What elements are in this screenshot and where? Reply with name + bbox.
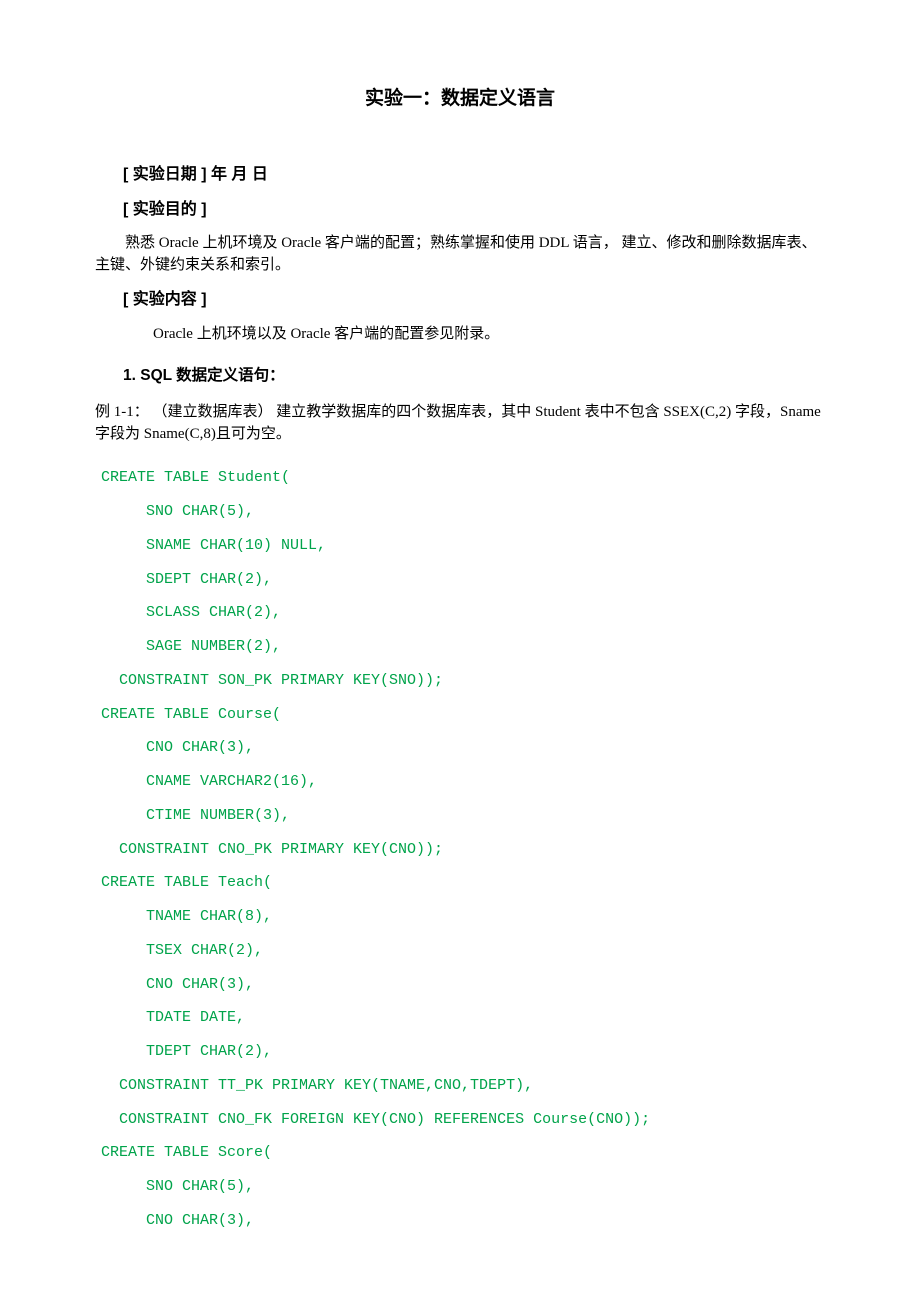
section-1-heading: 1. SQL 数据定义语句： (123, 365, 825, 387)
experiment-content-label: [ 实验内容 ] (123, 288, 825, 311)
experiment-purpose-label: [ 实验目的 ] (123, 198, 825, 221)
document-page: 实验一：数据定义语言 [ 实验日期 ] 年 月 日 [ 实验目的 ] 熟悉 Or… (0, 0, 920, 1302)
date-month: 月 (227, 166, 247, 183)
experiment-purpose-text: 熟悉 Oracle 上机环境及 Oracle 客户端的配置；熟练掌握和使用 DD… (95, 233, 825, 277)
experiment-content-intro: Oracle 上机环境以及 Oracle 客户端的配置参见附录。 (123, 324, 825, 346)
experiment-date-label: [ 实验日期 ] 年 月 日 (123, 163, 825, 186)
date-label: [ 实验日期 ] (123, 166, 207, 183)
page-title: 实验一：数据定义语言 (95, 85, 825, 113)
date-day: 日 (247, 166, 267, 183)
date-year: 年 (211, 166, 227, 183)
sql-code-block: CREATE TABLE Student( SNO CHAR(5), SNAME… (101, 461, 825, 1237)
example-1-1-text: 例 1-1： （建立数据库表） 建立教学数据库的四个数据库表，其中 Studen… (95, 402, 825, 446)
